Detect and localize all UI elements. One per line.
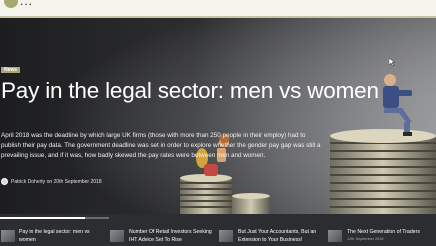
article-title[interactable]: Pay in the legal sector: men vs women bbox=[1, 78, 379, 104]
article-excerpt: April 2018 was the deadline by which lar… bbox=[1, 132, 321, 159]
site-logo-text[interactable]: ... bbox=[20, 0, 33, 8]
slide-progress-bar bbox=[0, 217, 109, 219]
slider-item-title[interactable]: Pay in the legal sector: men vs women bbox=[19, 228, 107, 244]
thumbnail-image[interactable] bbox=[219, 230, 233, 242]
thumbnail-image[interactable] bbox=[110, 230, 124, 242]
logo-mark-icon[interactable] bbox=[4, 0, 18, 8]
slider-item-2[interactable]: Number Of Retail Investors Seeking IHT A… bbox=[109, 214, 218, 246]
slider-item-title[interactable]: But Just Your Accountants, But an Extens… bbox=[238, 228, 326, 244]
site-header: ... bbox=[0, 0, 436, 18]
article-byline: Patrick Doherty on 20th September 2018 bbox=[1, 178, 102, 185]
slider-item-3[interactable]: But Just Your Accountants, But an Extens… bbox=[218, 214, 327, 246]
slider-item-1[interactable]: Pay in the legal sector: men vs women bbox=[0, 214, 109, 246]
byline-text[interactable]: Patrick Doherty on 20th September 2018 bbox=[11, 179, 102, 185]
slider-item-4[interactable]: The Next Generation of Traders 12th Sept… bbox=[327, 214, 436, 246]
slider-item-title[interactable]: The Next Generation of Traders bbox=[347, 228, 435, 236]
slider-item-title[interactable]: Number Of Retail Investors Seeking IHT A… bbox=[129, 228, 217, 244]
featured-article-hero[interactable]: News Pay in the legal sector: men vs wom… bbox=[0, 18, 436, 214]
category-tag[interactable]: News bbox=[1, 67, 21, 73]
author-avatar bbox=[1, 178, 8, 185]
thumbnail-image[interactable] bbox=[328, 230, 342, 242]
article-slider-strip: Pay in the legal sector: men vs women Nu… bbox=[0, 214, 436, 246]
slider-item-date: 12th September 2018 bbox=[347, 237, 384, 241]
right-coin-stack bbox=[330, 129, 436, 214]
mouse-pointer-icon bbox=[389, 58, 395, 66]
slide-progress-fill bbox=[0, 217, 86, 219]
thumbnail-image[interactable] bbox=[1, 230, 15, 242]
